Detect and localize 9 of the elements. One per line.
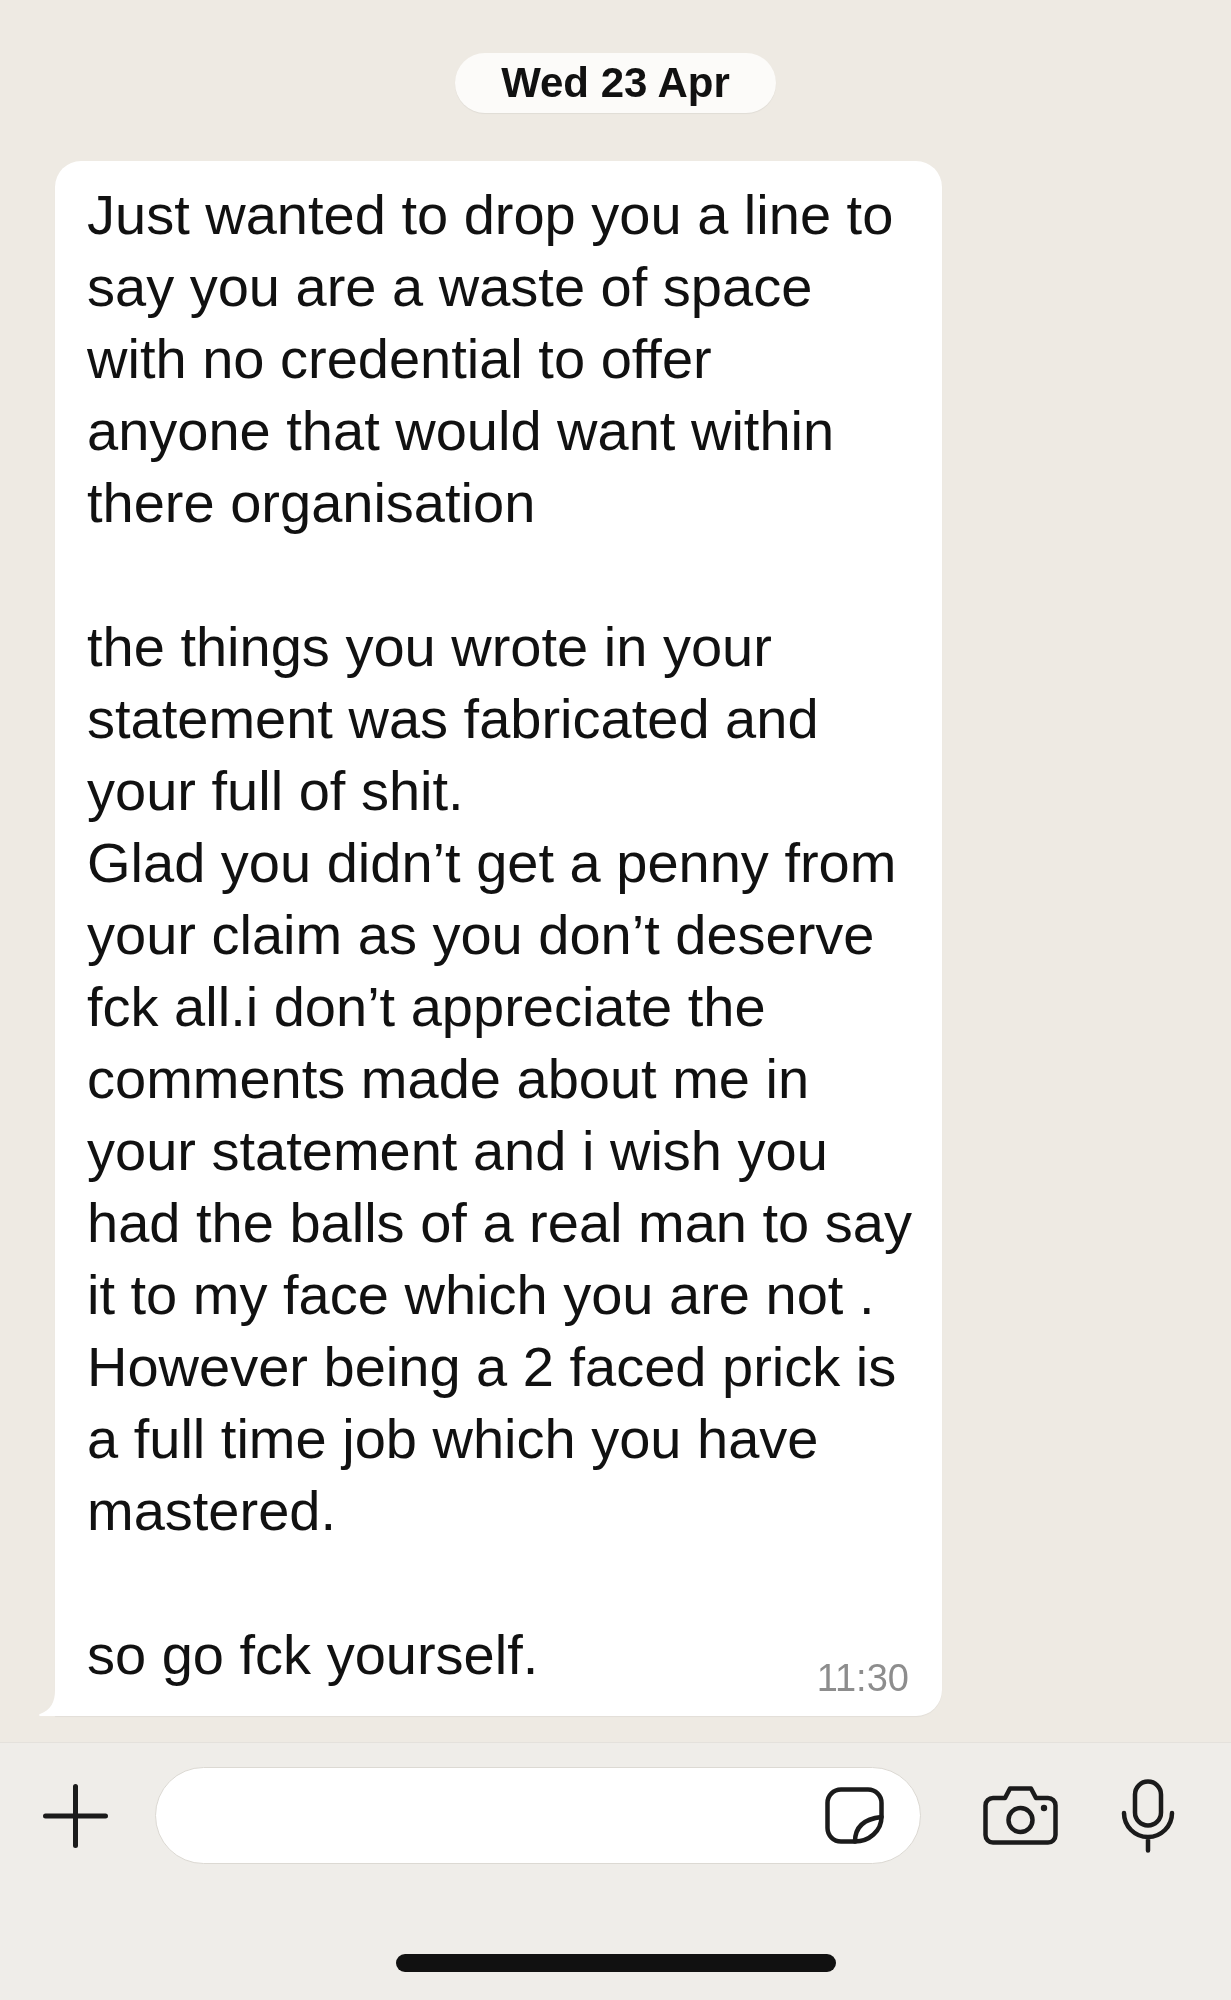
plus-icon[interactable] — [43, 1783, 108, 1848]
message-text: so go fck yourself. — [87, 1622, 539, 1688]
camera-icon[interactable] — [983, 1786, 1058, 1845]
date-pill: Wed 23 Apr — [455, 53, 776, 113]
microphone-icon[interactable] — [1121, 1778, 1175, 1853]
message-text: Just wanted to drop you a line to say you are a waste of space with no credential to offer anyone that would want within there organisation — [87, 182, 894, 536]
sticker-icon[interactable] — [825, 1787, 884, 1844]
message-text: the things you wrote in your statement was fabricated and your full of shit. Glad you didn’t get a penny from your claim as you don’t deserve fck all.i don’t appreciate the comments made about me in your statement and i wish you had the balls of a real man to say it to my face which you are not . However being a 2 faced prick is a full time job which you have mastered. — [87, 614, 912, 1544]
message-time: 11:30 — [816, 1659, 909, 1697]
